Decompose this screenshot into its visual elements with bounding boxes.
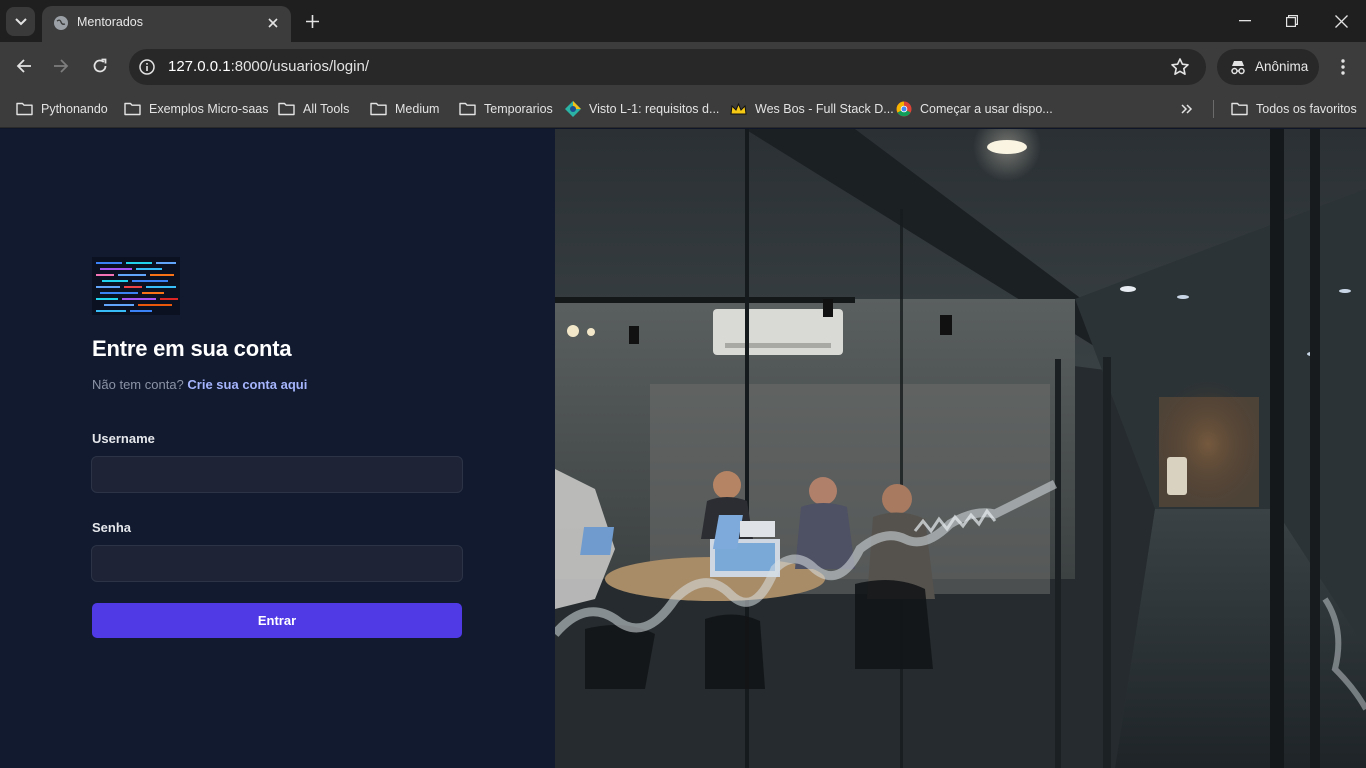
- bookmark-label: Medium: [395, 102, 440, 116]
- tab-title: Mentorados: [77, 15, 144, 29]
- login-button[interactable]: Entrar: [92, 603, 462, 638]
- site-icon: [565, 101, 581, 117]
- forward-button[interactable]: [48, 53, 74, 79]
- url-host: 127.0.0.1: [168, 58, 231, 75]
- arrow-left-icon: [16, 59, 31, 73]
- bookmarks-divider: [1213, 100, 1214, 118]
- arrow-right-icon: [54, 59, 69, 73]
- tab-strip: Mentorados: [0, 0, 1366, 42]
- bookmark-visto[interactable]: Visto L-1: requisitos d...: [565, 99, 719, 119]
- new-tab-button[interactable]: [302, 11, 322, 31]
- logo-image: [92, 257, 180, 315]
- bookmarks-bar: Pythonando Exemplos Micro-saas All Tools…: [0, 91, 1366, 128]
- folder-icon: [16, 102, 33, 116]
- bookmark-wes-bos[interactable]: Wes Bos - Full Stack D...: [730, 99, 894, 119]
- bookmark-label: Exemplos Micro-saas: [149, 102, 269, 116]
- restore-icon: [1286, 15, 1298, 27]
- password-input[interactable]: [91, 545, 463, 582]
- kebab-menu-icon: [1341, 59, 1345, 75]
- folder-icon: [370, 102, 387, 116]
- active-tab[interactable]: Mentorados: [42, 6, 291, 42]
- all-bookmarks-button[interactable]: Todos os favoritos: [1231, 99, 1357, 119]
- address-bar[interactable]: 127.0.0.1:8000/usuarios/login/: [129, 49, 1206, 85]
- all-bookmarks-label: Todos os favoritos: [1256, 102, 1357, 116]
- info-icon: [139, 59, 155, 75]
- restore-button[interactable]: [1269, 8, 1315, 34]
- browser-menu-button[interactable]: [1333, 55, 1353, 79]
- folder-icon: [1231, 102, 1248, 116]
- close-icon: [268, 18, 278, 28]
- incognito-label: Anônima: [1255, 59, 1309, 74]
- page-title: Entre em sua conta: [92, 336, 292, 361]
- incognito-icon: [1231, 61, 1245, 75]
- bookmark-label: Wes Bos - Full Stack D...: [755, 102, 894, 116]
- close-icon: [1334, 14, 1348, 28]
- bookmark-comecar[interactable]: Começar a usar dispo...: [896, 99, 1053, 119]
- password-label: Senha: [92, 520, 132, 535]
- incognito-indicator[interactable]: Anônima: [1217, 49, 1319, 85]
- code-screen-image: [92, 257, 180, 315]
- plus-icon: [305, 14, 319, 28]
- signup-link[interactable]: Crie sua conta aqui: [187, 377, 307, 392]
- bookmark-label: Visto L-1: requisitos d...: [589, 102, 720, 116]
- username-label: Username: [92, 431, 155, 446]
- back-button[interactable]: [11, 53, 37, 79]
- chrome-icon: [896, 101, 912, 117]
- url-text: 127.0.0.1:8000/usuarios/login/: [168, 58, 369, 75]
- office-photo: [555, 129, 1366, 768]
- login-page: Entre em sua conta Não tem conta? Crie s…: [0, 129, 1366, 768]
- username-input[interactable]: [91, 456, 463, 493]
- folder-icon: [278, 102, 295, 116]
- tab-search-button[interactable]: [6, 7, 35, 36]
- bookmark-label: Começar a usar dispo...: [920, 102, 1053, 116]
- minimize-icon: [1239, 20, 1251, 22]
- login-panel: Entre em sua conta Não tem conta? Crie s…: [0, 129, 555, 768]
- bookmark-folder-exemplos[interactable]: Exemplos Micro-saas: [124, 99, 268, 119]
- reload-button[interactable]: [87, 53, 113, 79]
- minimize-button[interactable]: [1222, 8, 1268, 34]
- bookmarks-overflow-button[interactable]: [1181, 99, 1193, 119]
- crown-icon: [730, 102, 747, 115]
- bookmark-folder-medium[interactable]: Medium: [370, 99, 439, 119]
- reload-icon: [93, 58, 107, 73]
- bookmark-folder-temporarios[interactable]: Temporarios: [459, 99, 553, 119]
- globe-icon: [54, 16, 68, 30]
- chevron-double-right-icon: [1181, 104, 1193, 114]
- folder-icon: [459, 102, 476, 116]
- bookmark-label: Temporarios: [484, 102, 553, 116]
- bookmark-label: Pythonando: [41, 102, 108, 116]
- office-meeting-image: [555, 129, 1366, 768]
- bookmark-label: All Tools: [303, 102, 350, 116]
- bookmark-folder-pythonando[interactable]: Pythonando: [16, 99, 108, 119]
- bookmark-folder-all-tools[interactable]: All Tools: [278, 99, 349, 119]
- site-info-button[interactable]: [137, 57, 157, 77]
- folder-icon: [124, 102, 141, 116]
- bookmark-star-icon[interactable]: [1170, 57, 1190, 77]
- browser-toolbar: 127.0.0.1:8000/usuarios/login/ Anônima: [0, 42, 1366, 91]
- close-window-button[interactable]: [1318, 8, 1364, 34]
- signup-prompt: Não tem conta? Crie sua conta aqui: [92, 377, 307, 392]
- chevron-down-icon: [14, 17, 27, 25]
- tab-close-button[interactable]: [264, 14, 282, 32]
- url-path: :8000/usuarios/login/: [230, 58, 369, 75]
- signup-prompt-text: Não tem conta?: [92, 377, 184, 392]
